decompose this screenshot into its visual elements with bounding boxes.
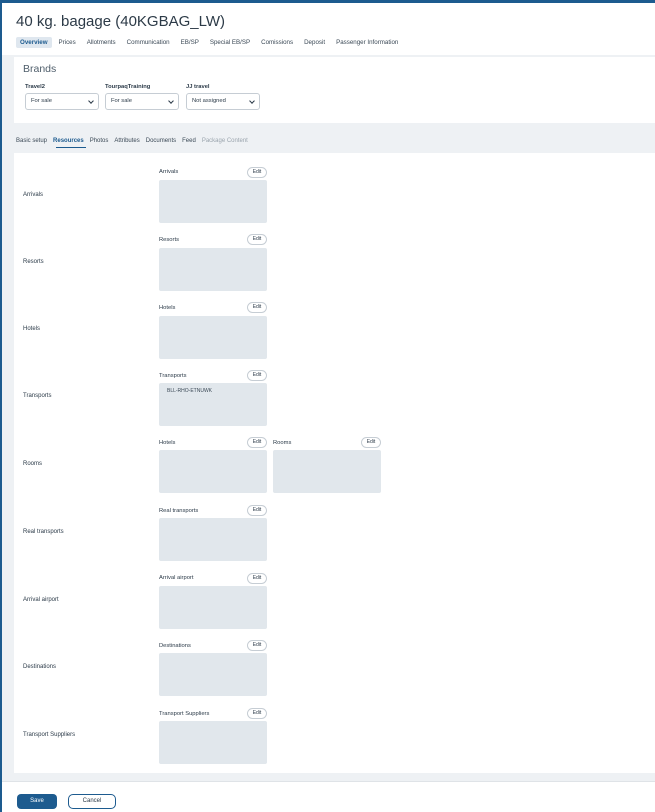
brand-label: TourpaqTraining [105, 84, 151, 90]
tab-feed[interactable]: Feed [182, 138, 196, 144]
resources-panel: Arrivals Arrivals Edit Resorts Resorts E… [14, 153, 655, 773]
edit-rooms-hotels-button[interactable]: Edit [247, 437, 267, 448]
brand-status-value: Not assigned [192, 98, 226, 104]
brand-status-select[interactable]: For sale [25, 93, 99, 110]
save-button[interactable]: Save [17, 794, 57, 809]
row-label-resorts: Resorts [23, 259, 44, 265]
chevron-down-icon [249, 98, 255, 104]
row-label-hotels: Hotels [23, 326, 41, 332]
row-label-real-transports: Real transports [23, 529, 64, 535]
chevron-down-icon [168, 98, 174, 104]
left-accent-bar [0, 0, 2, 812]
brands-title: Brands [23, 63, 57, 75]
box-label-resorts: Resorts [159, 237, 179, 243]
tab-passenger-information[interactable]: Passenger Information [332, 37, 402, 48]
box-label-hotels: Hotels [159, 305, 176, 311]
box-label-transport-suppliers: Transport Suppliers [159, 711, 210, 717]
brand-tourpaqtraining: TourpaqTraining For sale [105, 84, 179, 110]
tab-eb-sp[interactable]: EB/SP [177, 37, 203, 48]
page-title: 40 kg. bagage (40KGBAG_LW) [16, 13, 226, 30]
arrival-airport-box[interactable] [159, 586, 267, 629]
tab-special-eb-sp[interactable]: Special EB/SP [206, 37, 254, 48]
cancel-button[interactable]: Cancel [68, 794, 116, 809]
sub-tabs: Basic setup Resources Photos Attributes … [16, 138, 254, 144]
brand-status-value: For sale [31, 98, 52, 104]
edit-resorts-button[interactable]: Edit [247, 234, 267, 245]
brand-label: Travel2 [25, 84, 45, 90]
active-tab-underline [56, 147, 86, 148]
edit-hotels-button[interactable]: Edit [247, 302, 267, 313]
tab-overview[interactable]: Overview [16, 37, 52, 48]
tab-attributes[interactable]: Attributes [114, 138, 139, 144]
page-header: 40 kg. bagage (40KGBAG_LW) Overview Pric… [2, 3, 655, 55]
edit-arrival-airport-button[interactable]: Edit [247, 573, 267, 584]
box-label-rooms-hotels: Hotels [159, 440, 176, 446]
hotels-box[interactable] [159, 316, 267, 359]
brand-status-select[interactable]: Not assigned [186, 93, 260, 110]
top-tabs: Overview Prices Allotments Communication… [16, 37, 405, 48]
edit-rooms-button[interactable]: Edit [361, 437, 381, 448]
row-label-rooms: Rooms [23, 461, 43, 467]
row-label-transports: Transports [23, 393, 52, 399]
destinations-box[interactable] [159, 653, 267, 696]
resorts-box[interactable] [159, 248, 267, 291]
brand-status-value: For sale [111, 98, 132, 104]
chevron-down-icon [88, 98, 94, 104]
tab-package-content: Package Content [201, 138, 248, 144]
tab-documents[interactable]: Documents [146, 138, 176, 144]
brand-label: JJ travel [186, 84, 210, 90]
edit-real-transports-button[interactable]: Edit [247, 505, 267, 516]
brand-travel2: Travel2 For sale [25, 84, 99, 110]
tab-deposit[interactable]: Deposit [300, 37, 329, 48]
row-label-arrival-airport: Arrival airport [23, 597, 59, 603]
edit-destinations-button[interactable]: Edit [247, 640, 267, 651]
tab-resources[interactable]: Resources [53, 138, 84, 144]
transport-suppliers-box[interactable] [159, 721, 267, 764]
box-label-rooms: Rooms [273, 440, 292, 446]
box-label-transports: Transports [159, 373, 187, 379]
box-label-destinations: Destinations [159, 643, 191, 649]
edit-transports-button[interactable]: Edit [247, 370, 267, 381]
brand-jj-travel: JJ travel Not assigned [186, 84, 260, 110]
brand-status-select[interactable]: For sale [105, 93, 179, 110]
box-label-real-transports: Real transports [159, 508, 199, 514]
rooms-box[interactable] [273, 450, 381, 493]
transports-box[interactable]: BLL-RHO-ETNUWK [159, 383, 267, 426]
edit-arrivals-button[interactable]: Edit [247, 167, 267, 178]
edit-transport-suppliers-button[interactable]: Edit [247, 708, 267, 719]
tab-basic-setup[interactable]: Basic setup [16, 138, 47, 144]
box-label-arrivals: Arrivals [159, 169, 179, 175]
row-label-destinations: Destinations [23, 664, 57, 670]
tab-communication[interactable]: Communication [123, 37, 174, 48]
tab-comissions[interactable]: Comissions [257, 37, 297, 48]
arrivals-box[interactable] [159, 180, 267, 223]
transport-item: BLL-RHO-ETNUWK [167, 388, 213, 394]
tab-photos[interactable]: Photos [90, 138, 109, 144]
tab-prices[interactable]: Prices [55, 37, 80, 48]
footer-bar: Save Cancel [2, 781, 655, 812]
brands-panel: Brands Travel2 For sale TourpaqTraining … [14, 57, 655, 123]
row-label-transport-suppliers: Transport Suppliers [23, 732, 76, 738]
row-label-arrivals: Arrivals [23, 192, 44, 198]
tab-allotments[interactable]: Allotments [83, 37, 120, 48]
box-label-arrival-airport: Arrival airport [159, 575, 194, 581]
real-transports-box[interactable] [159, 518, 267, 561]
rooms-hotels-box[interactable] [159, 450, 267, 493]
